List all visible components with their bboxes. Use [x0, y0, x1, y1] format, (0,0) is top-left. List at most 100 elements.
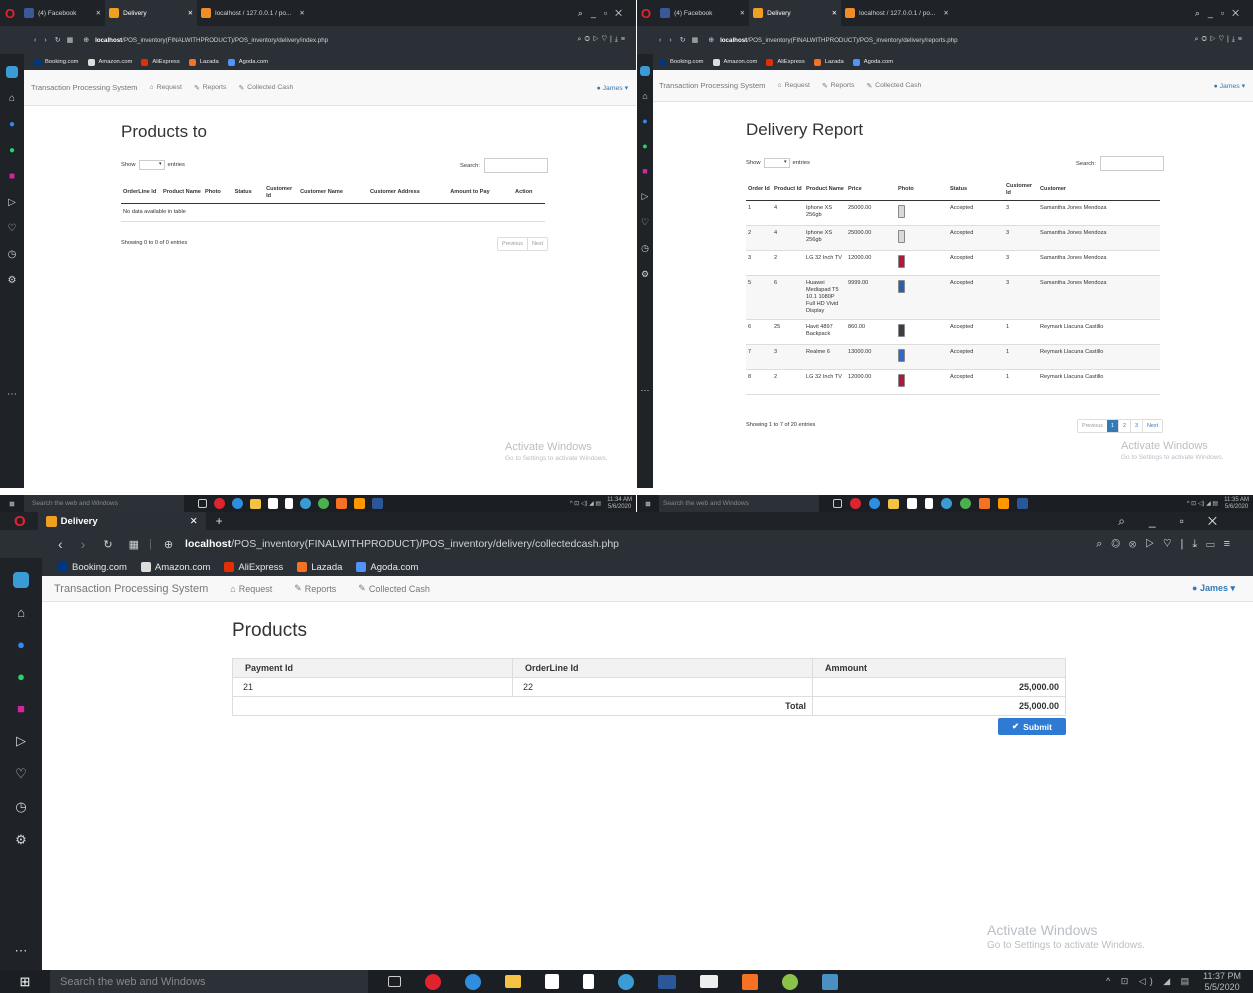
speed-dial-icon[interactable]: ▦ — [67, 36, 74, 44]
tray[interactable]: ^ ⊡ ◁) ◢ ▤ 11:34 AM 5/6/2020 — [570, 497, 632, 510]
user-menu[interactable]: ● James ▾ — [1214, 82, 1245, 90]
bookmark-aliexpress[interactable]: AliExpress — [766, 58, 805, 66]
instagram-icon[interactable]: ■ — [642, 166, 647, 176]
word-icon[interactable] — [372, 498, 383, 509]
brand-link[interactable]: Transaction Processing System — [54, 583, 208, 595]
workspace-icon[interactable] — [13, 572, 29, 588]
close-icon[interactable]: ✕ — [740, 9, 745, 17]
home-icon[interactable]: ⌂ — [642, 91, 647, 101]
submit-button[interactable]: ✔ Submit — [998, 718, 1066, 735]
settings-icon[interactable]: ⚙ — [8, 275, 17, 286]
player-icon[interactable]: ▷ — [642, 191, 649, 202]
file-icon[interactable] — [583, 974, 594, 989]
tab-facebook[interactable]: (4) Facebook ✕ — [657, 0, 749, 26]
tray[interactable]: ^ ⊡ ◁) ◢ ▤ 11:35 AM 5/6/2020 — [1187, 497, 1249, 510]
home-icon[interactable]: ⌂ — [9, 93, 15, 104]
chrome-icon[interactable] — [960, 498, 971, 509]
word-icon[interactable] — [658, 974, 676, 989]
bookmark-amazon[interactable]: Amazon.com — [140, 562, 210, 573]
col-customer-id[interactable]: Customer Id — [1004, 180, 1038, 200]
nav-reports[interactable]: ✎ Reports — [822, 82, 855, 90]
forward-icon[interactable]: › — [81, 536, 86, 552]
tray-icons[interactable]: ^ ⊡ ◁) ◢ ▤ — [1187, 500, 1218, 507]
col-customer-id[interactable]: Customer Id — [264, 183, 298, 203]
bookmark-lazada[interactable]: Lazada — [813, 58, 844, 66]
messenger-icon[interactable]: ● — [642, 116, 647, 126]
close-icon[interactable]: ✕ — [96, 9, 101, 17]
back-icon[interactable]: ‹ — [34, 37, 36, 44]
app-icon[interactable] — [941, 498, 952, 509]
tray-icons[interactable]: ^ ⊡ ◁) ◢ ▤ — [1106, 976, 1193, 987]
brand-link[interactable]: Transaction Processing System — [659, 81, 766, 90]
toolbar-icons[interactable]: ⌕◎⊗▷♡|⤓▭≡ — [1096, 538, 1239, 551]
prev-button[interactable]: Previous — [498, 238, 527, 250]
messenger-icon[interactable]: ● — [17, 637, 25, 652]
player-icon[interactable]: ▷ — [8, 197, 16, 208]
xampp-icon[interactable] — [336, 498, 347, 509]
edge-icon[interactable] — [869, 498, 880, 509]
url-field[interactable]: localhost/POS_inventory(FINALWITHPRODUCT… — [720, 37, 958, 44]
taskbar-apps[interactable] — [198, 498, 383, 509]
bookmark-agoda[interactable]: Agoda.com — [852, 58, 893, 66]
more-icon[interactable]: ⋯ — [7, 389, 17, 400]
taskbar-search[interactable]: Search the web and Windows — [659, 495, 819, 512]
opera-logo-icon[interactable]: O — [5, 6, 15, 21]
window-controls[interactable]: ⌕_▫✕ — [1118, 514, 1241, 529]
workspace-icon[interactable] — [640, 66, 650, 76]
xampp-icon[interactable] — [979, 498, 990, 509]
store-icon[interactable] — [907, 498, 917, 509]
col-photo[interactable]: Photo — [896, 180, 948, 200]
col-action[interactable]: Action — [513, 183, 545, 203]
col-customer[interactable]: Customer — [1038, 180, 1160, 200]
sublime-icon[interactable] — [822, 973, 838, 990]
more-icon[interactable]: ⋯ — [15, 943, 28, 959]
col-product-id[interactable]: Product Id — [772, 180, 804, 200]
col-customer-address[interactable]: Customer Address — [368, 183, 448, 203]
prev-button[interactable]: Previous — [1078, 420, 1107, 432]
clock-date[interactable]: 5/6/2020 — [1224, 504, 1249, 511]
messenger-icon[interactable]: ● — [9, 119, 15, 130]
nav-request[interactable]: ⌂ Request — [230, 584, 272, 594]
nav-collected-cash[interactable]: ✎ Collected Cash — [358, 583, 430, 594]
xampp-icon[interactable] — [742, 973, 758, 990]
bookmark-aliexpress[interactable]: AliExpress — [224, 562, 283, 573]
page-3-button[interactable]: 3 — [1129, 420, 1142, 432]
clock-date[interactable]: 5/5/2020 — [1203, 982, 1241, 992]
col-order-id[interactable]: Order Id — [746, 180, 772, 200]
nav-collected-cash[interactable]: ✎ Collected Cash — [866, 82, 921, 90]
explorer-icon[interactable] — [888, 498, 899, 509]
tab-delivery[interactable]: Delivery ✕ — [105, 0, 198, 26]
store-icon[interactable] — [545, 974, 559, 989]
reload-icon[interactable]: ↻ — [55, 36, 61, 44]
url-field[interactable]: localhost/POS_inventory(FINALWITHPRODUCT… — [185, 538, 619, 550]
close-icon[interactable]: ✕ — [943, 9, 948, 17]
col-price[interactable]: Price — [846, 180, 896, 200]
taskbar-search[interactable]: Search the web and Windows — [24, 495, 184, 512]
bookmark-booking[interactable]: Booking.com — [34, 58, 79, 66]
col-photo[interactable]: Photo — [203, 183, 233, 203]
close-icon[interactable]: ✕ — [299, 9, 304, 17]
close-icon[interactable]: ✕ — [188, 9, 193, 17]
opera-logo-icon[interactable]: O — [14, 513, 26, 530]
search-input[interactable] — [483, 158, 548, 173]
store-icon[interactable] — [268, 498, 278, 509]
instagram-icon[interactable]: ■ — [17, 701, 25, 716]
history-icon[interactable]: ◷ — [8, 249, 17, 260]
file-icon[interactable] — [285, 498, 293, 509]
bookmark-amazon[interactable]: Amazon.com — [87, 58, 132, 66]
taskbar-search[interactable]: Search the web and Windows — [50, 970, 368, 993]
photos-icon[interactable] — [700, 975, 718, 988]
whatsapp-icon[interactable]: ● — [9, 145, 15, 156]
clock-time[interactable]: 11:35 AM — [1224, 497, 1249, 504]
col-status[interactable]: Status — [948, 180, 1004, 200]
tab-delivery[interactable]: Delivery ✕ — [37, 512, 206, 530]
more-icon[interactable]: ⋯ — [641, 385, 650, 396]
page-2-button[interactable]: 2 — [1117, 420, 1130, 432]
bookmark-aliexpress[interactable]: AliExpress — [141, 58, 180, 66]
bookmark-booking[interactable]: Booking.com — [659, 58, 704, 66]
forward-icon[interactable]: › — [669, 37, 671, 44]
tray-icons[interactable]: ^ ⊡ ◁) ◢ ▤ — [570, 500, 601, 507]
whatsapp-icon[interactable]: ● — [17, 669, 25, 684]
col-product-name[interactable]: Product Name — [804, 180, 846, 200]
clock-time[interactable]: 11:37 PM — [1203, 971, 1241, 981]
